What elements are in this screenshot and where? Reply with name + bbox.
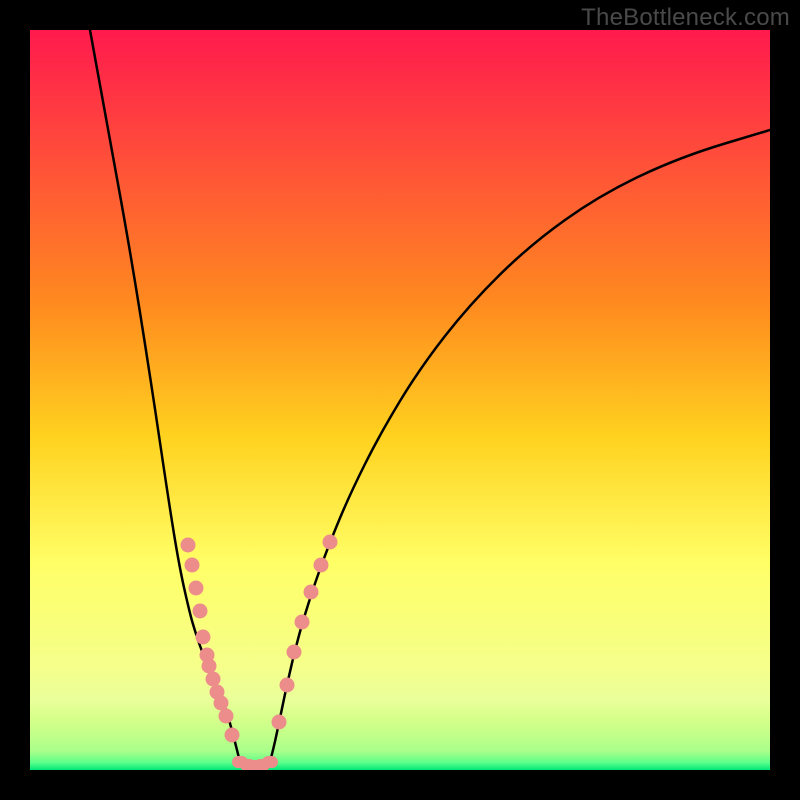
right-marker [295, 615, 310, 630]
right-marker [323, 535, 338, 550]
left-marker [196, 630, 211, 645]
left-marker [225, 728, 240, 743]
left-marker [202, 659, 217, 674]
left-marker [193, 604, 208, 619]
watermark-text: TheBottleneck.com [581, 4, 790, 32]
left-marker [185, 558, 200, 573]
left-marker [206, 672, 221, 687]
left-marker [219, 709, 234, 724]
left-marker [189, 581, 204, 596]
plot-area [30, 30, 770, 770]
right-marker [280, 678, 295, 693]
valley-marker [262, 756, 278, 768]
right-marker [272, 715, 287, 730]
chart-frame: TheBottleneck.com [0, 0, 800, 800]
left-marker [181, 538, 196, 553]
right-marker [304, 585, 319, 600]
right-marker [287, 645, 302, 660]
right-marker [314, 558, 329, 573]
left-marker [214, 696, 229, 711]
bottleneck-curve-chart [30, 30, 770, 770]
